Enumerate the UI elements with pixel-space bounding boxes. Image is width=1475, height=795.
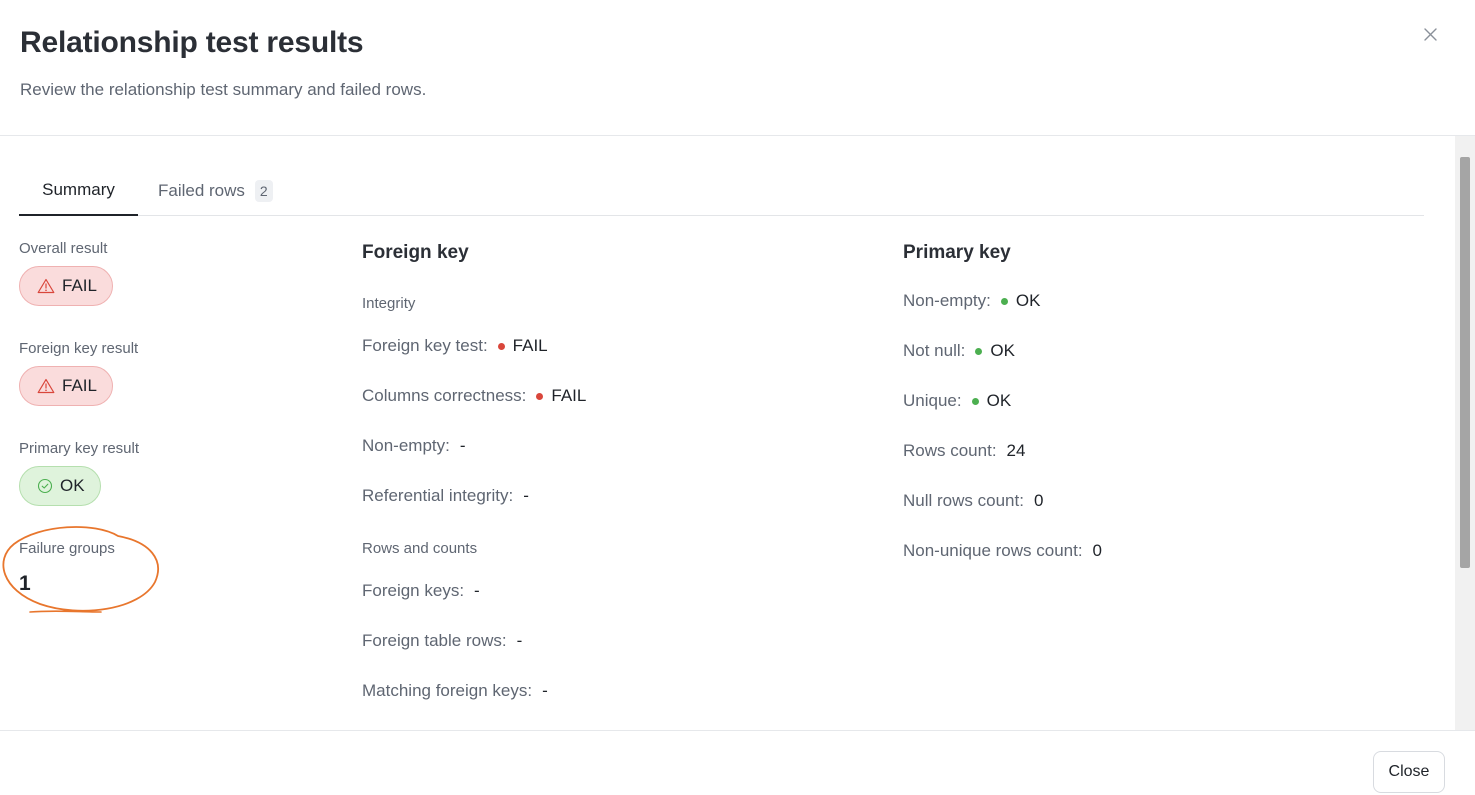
row-value: OK <box>1015 291 1041 310</box>
close-icon[interactable] <box>1420 24 1442 46</box>
overall-result-label: Overall result <box>19 240 108 257</box>
row-value: 0 <box>1092 541 1103 560</box>
referential-integrity-row: Referential integrity: - <box>362 486 529 506</box>
pk-rows-count-row: Rows count: 24 <box>903 441 1025 461</box>
row-value: - <box>523 486 529 505</box>
row-value: - <box>474 581 480 600</box>
primary-key-heading: Primary key <box>903 242 1011 263</box>
row-label: Foreign keys: <box>362 581 465 600</box>
fk-non-empty-row: Non-empty: - <box>362 436 466 456</box>
row-label: Referential integrity: <box>362 486 514 505</box>
overall-result-badge: FAIL <box>19 266 113 306</box>
dialog-subtitle: Review the relationship test summary and… <box>20 80 427 99</box>
ok-status-dot <box>1000 297 1008 305</box>
row-label: Rows count: <box>903 441 997 460</box>
row-label: Null rows count: <box>903 491 1024 510</box>
pk-null-rows-count-row: Null rows count: 0 <box>903 491 1043 511</box>
warning-triangle-icon <box>37 278 55 294</box>
fail-status-dot <box>536 392 544 400</box>
row-value: - <box>542 681 548 700</box>
foreign-table-rows-row: Foreign table rows: - <box>362 631 522 651</box>
row-value: OK <box>986 391 1012 410</box>
row-label: Non-empty: <box>362 436 450 455</box>
pk-non-empty-row: Non-empty: OK <box>903 291 1040 311</box>
tab-summary[interactable]: Summary <box>19 166 138 216</box>
rows-and-counts-heading: Rows and counts <box>362 540 478 557</box>
fail-status-dot <box>497 342 505 350</box>
dialog-header: Relationship test results Review the rel… <box>0 0 1475 136</box>
dialog-title: Relationship test results <box>20 26 364 59</box>
pk-not-null-row: Not null: OK <box>903 341 1015 361</box>
check-circle-icon <box>37 478 53 494</box>
foreign-keys-row: Foreign keys: - <box>362 581 480 601</box>
row-label: Unique: <box>903 391 962 410</box>
row-value: OK <box>990 341 1015 360</box>
row-value: - <box>459 436 466 455</box>
foreign-key-test-row: Foreign key test: FAIL <box>362 336 548 356</box>
ok-status-dot <box>971 397 979 405</box>
row-value: FAIL <box>512 336 548 355</box>
pk-unique-row: Unique: OK <box>903 391 1011 411</box>
tab-failed-rows-label: Failed rows <box>158 181 245 200</box>
row-value: FAIL <box>551 386 587 405</box>
tab-summary-label: Summary <box>42 180 115 199</box>
row-label: Non-unique rows count: <box>903 541 1083 560</box>
row-label: Non-empty: <box>903 291 991 310</box>
foreign-key-result-label: Foreign key result <box>19 340 139 357</box>
row-value: 24 <box>1006 441 1026 460</box>
close-button[interactable]: Close <box>1373 751 1445 793</box>
failed-rows-count-badge: 2 <box>254 180 273 202</box>
dialog-body: Summary Failed rows 2 Overall result FAI… <box>0 136 1455 730</box>
ok-status-dot <box>975 347 983 355</box>
row-label: Foreign key test: <box>362 336 488 355</box>
columns-correctness-row: Columns correctness: FAIL <box>362 386 586 406</box>
dialog-footer: Close <box>0 730 1475 795</box>
tab-failed-rows[interactable]: Failed rows 2 <box>158 166 273 216</box>
failure-groups-label: Failure groups <box>19 540 115 557</box>
matching-foreign-keys-row: Matching foreign keys: - <box>362 681 548 701</box>
pk-non-unique-rows-count-row: Non-unique rows count: 0 <box>903 541 1102 561</box>
integrity-heading: Integrity <box>362 295 416 312</box>
primary-key-result-badge: OK <box>19 466 101 506</box>
row-label: Matching foreign keys: <box>362 681 533 700</box>
row-value: 0 <box>1033 491 1044 510</box>
scrollbar-thumb[interactable] <box>1460 157 1470 568</box>
row-value: - <box>516 631 523 650</box>
primary-key-result-label: Primary key result <box>19 440 140 457</box>
warning-triangle-icon <box>37 378 55 394</box>
foreign-key-result-badge: FAIL <box>19 366 113 406</box>
primary-key-result-value: OK <box>60 476 85 495</box>
tab-bar: Summary Failed rows 2 <box>19 166 1424 216</box>
row-label: Columns correctness: <box>362 386 527 405</box>
failure-groups-value: 1 <box>19 572 31 595</box>
foreign-key-result-value: FAIL <box>62 376 97 395</box>
row-label: Not null: <box>903 341 966 360</box>
row-label: Foreign table rows: <box>362 631 507 650</box>
overall-result-value: FAIL <box>62 276 97 295</box>
foreign-key-heading: Foreign key <box>362 242 469 263</box>
